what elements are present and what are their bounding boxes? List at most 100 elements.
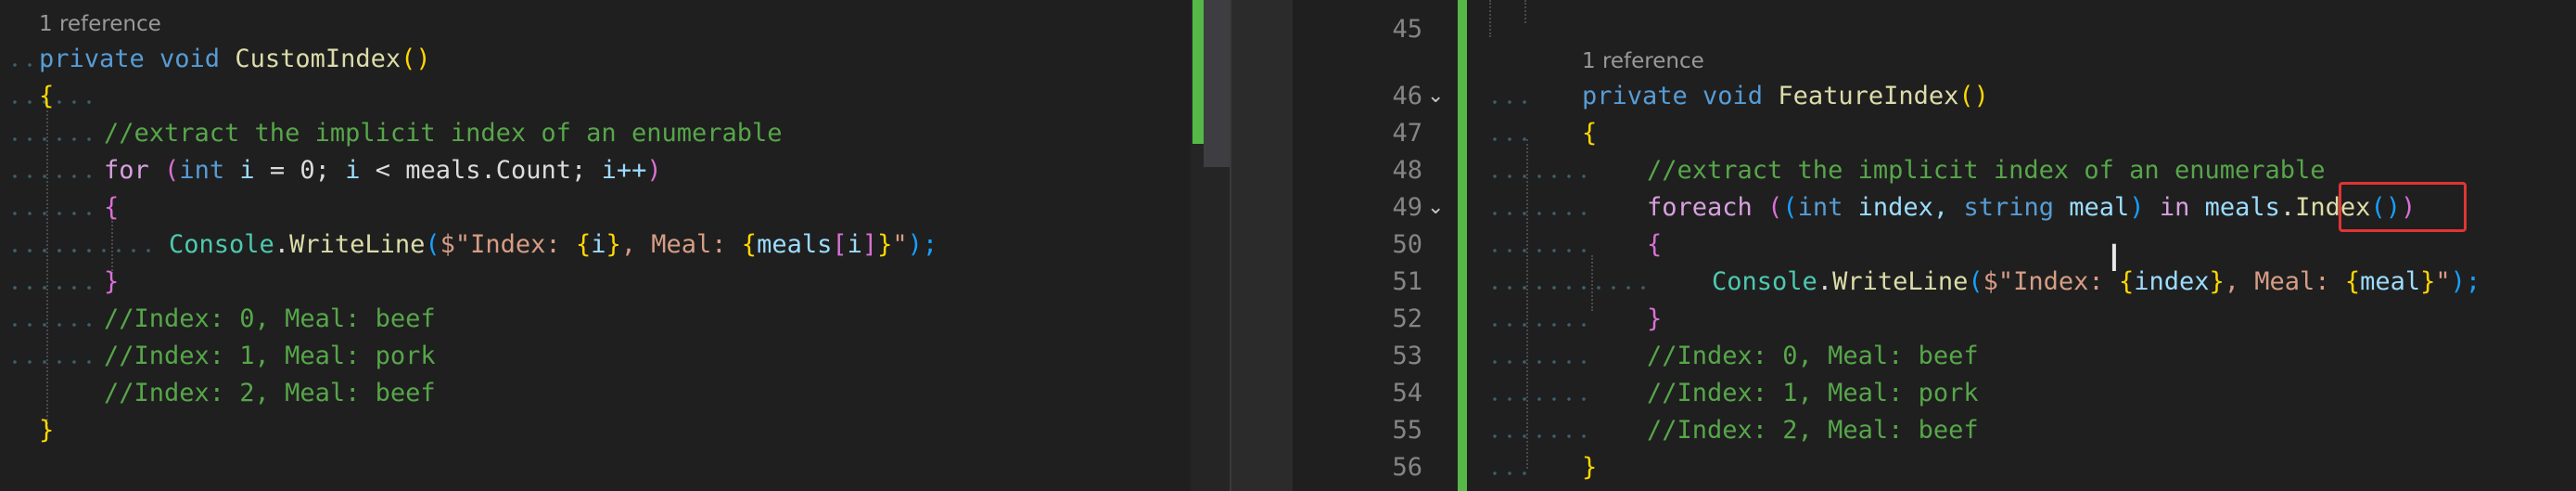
comment: //Index: 1, Meal: pork <box>104 342 436 370</box>
whitespace-dots <box>1487 158 1591 455</box>
method-name: FeatureIndex <box>1778 82 1959 110</box>
keyword: private void <box>1582 82 1764 110</box>
code-line-comment[interactable]: //Index: 2, Meal: beef <box>1647 412 1979 449</box>
bracket: ) <box>646 156 662 185</box>
index-method-highlight-box <box>2339 182 2467 232</box>
bracket: ); <box>907 230 938 259</box>
bracket: ( <box>1767 193 1783 222</box>
split-view-divider[interactable] <box>1230 0 1294 491</box>
bracket: () <box>401 45 431 73</box>
right-editor-pane[interactable]: 45 46 47 48 49 50 51 52 53 54 55 56 ⌄ ⌄ … <box>1293 0 2576 491</box>
code-line-open-brace[interactable]: { <box>39 78 54 115</box>
left-code-area[interactable]: 1 reference private void CustomIndex() {… <box>39 0 937 445</box>
code-line-foreach[interactable]: foreach ((int index, string meal) in mea… <box>1647 189 2416 226</box>
comment: //Index: 0, Meal: beef <box>104 304 436 333</box>
comment: //Index: 2, Meal: beef <box>1647 416 1979 445</box>
codelens-reference-link[interactable]: 1 reference <box>39 7 161 41</box>
line-number: 45 <box>1392 15 1422 44</box>
variable: meal <box>2360 267 2421 296</box>
indent-guide <box>1526 139 1528 469</box>
code-line-close-brace[interactable]: } <box>39 412 54 449</box>
bracket: ( <box>425 230 440 259</box>
comment: //extract the implicit index of an enume… <box>1647 156 2326 185</box>
string-literal: " <box>2435 267 2451 296</box>
bracket: ( <box>1782 193 1798 222</box>
code-text: < meals.Count; <box>375 156 587 185</box>
bracket: } <box>1647 304 1663 333</box>
code-line-inner-close-brace[interactable]: } <box>1647 301 1662 338</box>
code-line-comment[interactable]: //Index: 2, Meal: beef <box>104 375 436 412</box>
code-line-comment[interactable]: //Index: 0, Meal: beef <box>104 301 436 338</box>
text-cursor-icon: I <box>2109 238 2120 280</box>
code-line-writeline[interactable]: Console.WriteLine($"Index: {index}, Meal… <box>1712 264 2480 301</box>
fold-chevron-icon[interactable]: ⌄ <box>1427 189 1444 226</box>
code-line-writeline[interactable]: Console.WriteLine($"Index: {i}, Meal: {m… <box>169 226 937 264</box>
bracket: } <box>1582 453 1598 482</box>
method-name: WriteLine <box>289 230 426 259</box>
line-number-gutter[interactable]: 45 46 47 48 49 50 51 52 53 54 55 56 ⌄ ⌄ <box>1293 0 1478 491</box>
code-line-inner-open-brace[interactable]: { <box>104 189 119 226</box>
right-code-area[interactable]: 1 reference private void FeatureIndex() … <box>1582 0 2480 482</box>
code-line-inner-open-brace[interactable]: { <box>1647 226 1662 264</box>
bracket: } <box>39 416 55 445</box>
line-number: 55 <box>1392 416 1422 445</box>
bracket: { <box>1647 230 1663 259</box>
codelens-reference-link[interactable]: 1 reference <box>1582 45 1704 78</box>
whitespace-dots <box>1487 455 1532 491</box>
fold-chevron-icon[interactable]: ⌄ <box>1427 78 1444 115</box>
line-number: 51 <box>1392 267 1422 296</box>
comment: //Index: 0, Meal: beef <box>1647 342 1979 370</box>
code-text: = 0; <box>269 156 330 185</box>
bracket: } <box>606 230 621 259</box>
class-name: Console <box>169 230 274 259</box>
keyword: int <box>179 156 225 185</box>
line-number: 46 <box>1392 82 1422 110</box>
line-number: 47 <box>1392 119 1422 148</box>
line-number: 53 <box>1392 342 1422 370</box>
string-literal: $"Index: <box>440 230 576 259</box>
line-number: 50 <box>1392 230 1422 259</box>
code-line-for-loop[interactable]: for (int i = 0; i < meals.Count; i++) <box>104 152 662 189</box>
code-line-method-signature[interactable]: private void CustomIndex() <box>39 41 431 78</box>
bracket: } <box>2420 267 2436 296</box>
line-number: 54 <box>1392 379 1422 407</box>
code-line-inner-close-brace[interactable]: } <box>104 264 119 301</box>
method-name: WriteLine <box>1832 267 1969 296</box>
bracket: { <box>2344 267 2361 296</box>
variable: meals <box>757 230 833 259</box>
code-text: . <box>1817 267 1833 296</box>
bracket: { <box>2118 267 2135 296</box>
code-line-comment[interactable]: //extract the implicit index of an enume… <box>104 115 783 152</box>
variable: i++ <box>601 156 647 185</box>
code-line-open-brace[interactable]: { <box>1582 115 1597 152</box>
indent-guide <box>1524 0 1526 23</box>
string-literal: $"Index: <box>1983 267 2119 296</box>
bracket: { <box>575 230 592 259</box>
keyword: string <box>1963 193 2054 222</box>
code-line-comment[interactable]: //Index: 1, Meal: pork <box>104 338 436 375</box>
bracket: ] <box>861 230 878 259</box>
bracket: } <box>104 267 120 296</box>
bracket: { <box>104 193 120 222</box>
scrollbar-thumb[interactable] <box>1204 0 1230 167</box>
variable: i <box>239 156 255 185</box>
code-line-close-brace[interactable]: } <box>1582 449 1597 486</box>
code-line-comment[interactable]: //Index: 1, Meal: pork <box>1647 375 1979 412</box>
code-line-comment[interactable]: //extract the implicit index of an enume… <box>1647 152 2326 189</box>
keyword: int <box>1797 193 1843 222</box>
variable: index <box>2134 267 2210 296</box>
bracket: ( <box>1968 267 1983 296</box>
code-text: . <box>2279 193 2296 222</box>
keyword: private void <box>39 45 221 73</box>
left-editor-pane[interactable]: 1 reference private void CustomIndex() {… <box>0 0 1191 491</box>
change-indicator-bar <box>1458 0 1467 491</box>
bracket: ( <box>164 156 180 185</box>
scrollbar-change-marker <box>1192 0 1204 144</box>
line-number: 52 <box>1392 304 1422 333</box>
code-line-comment[interactable]: //Index: 0, Meal: beef <box>1647 338 1979 375</box>
bracket: { <box>741 230 758 259</box>
code-line-method-signature[interactable]: private void FeatureIndex() <box>1582 78 1989 115</box>
whitespace-dots <box>1487 121 1532 158</box>
bracket: ); <box>2450 267 2481 296</box>
indent-guide <box>1489 0 1491 37</box>
